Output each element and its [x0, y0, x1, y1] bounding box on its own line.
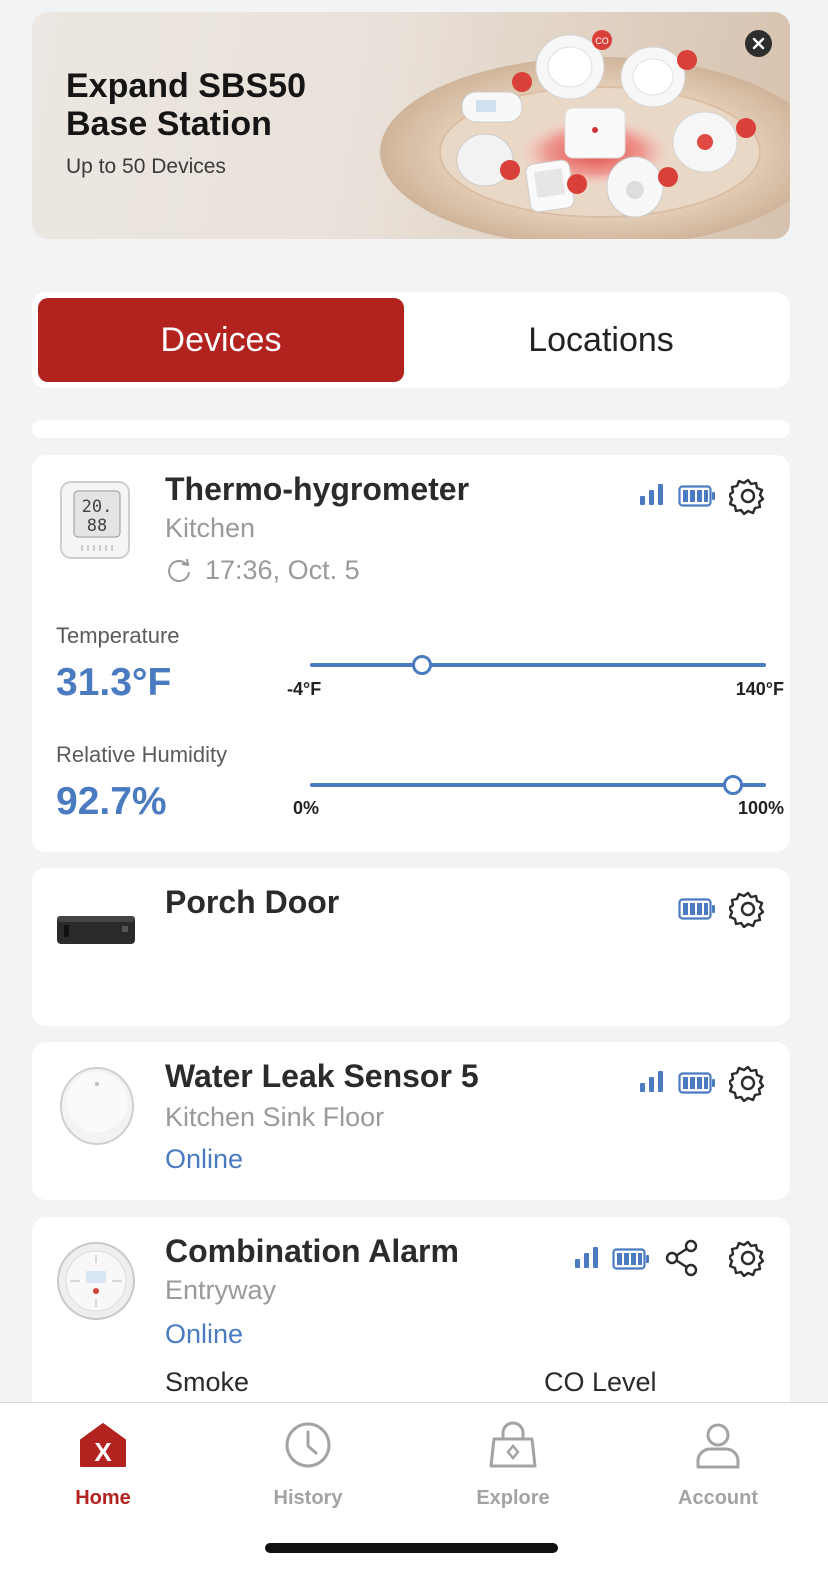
tab-locations[interactable]: Locations — [418, 298, 784, 382]
nav-account[interactable]: Account — [658, 1419, 778, 1510]
gear-icon[interactable] — [729, 890, 767, 928]
nav-home[interactable]: X Home — [43, 1419, 163, 1510]
view-toggle: Devices Locations — [32, 292, 790, 388]
svg-text:20.: 20. — [82, 497, 113, 517]
temperature-indicator — [411, 655, 432, 675]
metric-label: Relative Humidity — [56, 742, 228, 767]
nav-history[interactable]: History — [248, 1419, 368, 1510]
temperature-range-bar — [310, 655, 766, 675]
nav-label: History — [273, 1487, 343, 1509]
device-name: Thermo-hygrometer — [165, 471, 470, 507]
share-icon[interactable] — [664, 1239, 700, 1277]
thermo-hygrometer-image: 20. 88 — [60, 481, 130, 559]
clock-icon — [285, 1422, 331, 1468]
home-indicator — [265, 1543, 558, 1553]
promo-banner[interactable]: Expand SBS50 Base Station Up to 50 Devic… — [32, 12, 790, 239]
humidity-range-bar — [310, 775, 766, 795]
gear-icon[interactable] — [729, 477, 767, 515]
home-icon: X — [80, 1423, 126, 1467]
range-max: 100% — [737, 798, 784, 818]
banner-subtitle: Up to 50 Devices — [66, 155, 226, 178]
device-name: Water Leak Sensor 5 — [165, 1058, 479, 1094]
device-card-thermo-hygrometer[interactable]: 20. 88 Thermo-hygrometer Kitchen 17:36, … — [32, 455, 790, 852]
svg-text:88: 88 — [87, 516, 107, 536]
tab-devices[interactable]: Devices — [38, 298, 404, 382]
device-status: Online — [165, 1144, 244, 1174]
banner-product-image: CO — [380, 30, 790, 239]
last-update: 17:36, Oct. 5 — [165, 555, 360, 586]
svg-text:CO: CO — [595, 36, 609, 46]
close-icon[interactable] — [745, 30, 772, 57]
device-card-combination-alarm[interactable]: Combination Alarm Entryway Online Smoke … — [32, 1217, 790, 1417]
last-update-time: 17:36, Oct. 5 — [205, 555, 360, 585]
refresh-icon[interactable] — [165, 557, 193, 585]
bag-icon — [489, 1421, 537, 1468]
device-status: Online — [165, 1319, 244, 1349]
temperature-value: 31.3°F — [56, 661, 172, 704]
gear-icon[interactable] — [729, 1239, 767, 1277]
water-leak-sensor-image — [60, 1067, 134, 1145]
humidity-value: 92.7% — [56, 780, 167, 823]
range-min: 0% — [293, 798, 320, 818]
banner-title: Expand SBS50 Base Station — [66, 67, 306, 143]
nav-label: Account — [678, 1487, 758, 1509]
device-card-porch-door[interactable]: Porch Door — [32, 868, 790, 1026]
nav-label: Home — [75, 1487, 131, 1509]
signal-icon — [640, 484, 663, 505]
battery-icon — [678, 1072, 715, 1094]
device-location: Entryway — [165, 1275, 277, 1305]
device-location: Kitchen Sink Floor — [165, 1102, 385, 1132]
signal-icon — [640, 1071, 663, 1092]
nav-explore[interactable]: Explore — [453, 1419, 573, 1510]
person-icon — [696, 1423, 740, 1469]
range-max: 140°F — [735, 679, 784, 699]
device-card-water-leak-sensor[interactable]: Water Leak Sensor 5 Kitchen Sink Floor O… — [32, 1042, 790, 1200]
bottom-navigation: X Home History Explore Account — [0, 1402, 828, 1580]
signal-icon — [575, 1247, 598, 1268]
range-min: -4°F — [287, 679, 322, 699]
smoke-label: Smoke — [165, 1367, 250, 1397]
nav-label: Explore — [476, 1487, 550, 1509]
device-location: Kitchen — [165, 513, 256, 543]
battery-icon — [678, 485, 715, 507]
svg-text:X: X — [94, 1437, 112, 1467]
battery-icon — [612, 1248, 649, 1270]
door-sensor-image — [57, 916, 135, 944]
combination-alarm-image — [57, 1242, 135, 1320]
device-name: Porch Door — [165, 884, 340, 920]
metric-label: Temperature — [56, 623, 180, 648]
co-level-label: CO Level — [544, 1367, 657, 1397]
battery-icon — [678, 898, 715, 920]
gear-icon[interactable] — [729, 1064, 767, 1102]
device-name: Combination Alarm — [165, 1233, 459, 1269]
humidity-indicator — [722, 775, 743, 795]
list-top-edge — [32, 420, 790, 438]
